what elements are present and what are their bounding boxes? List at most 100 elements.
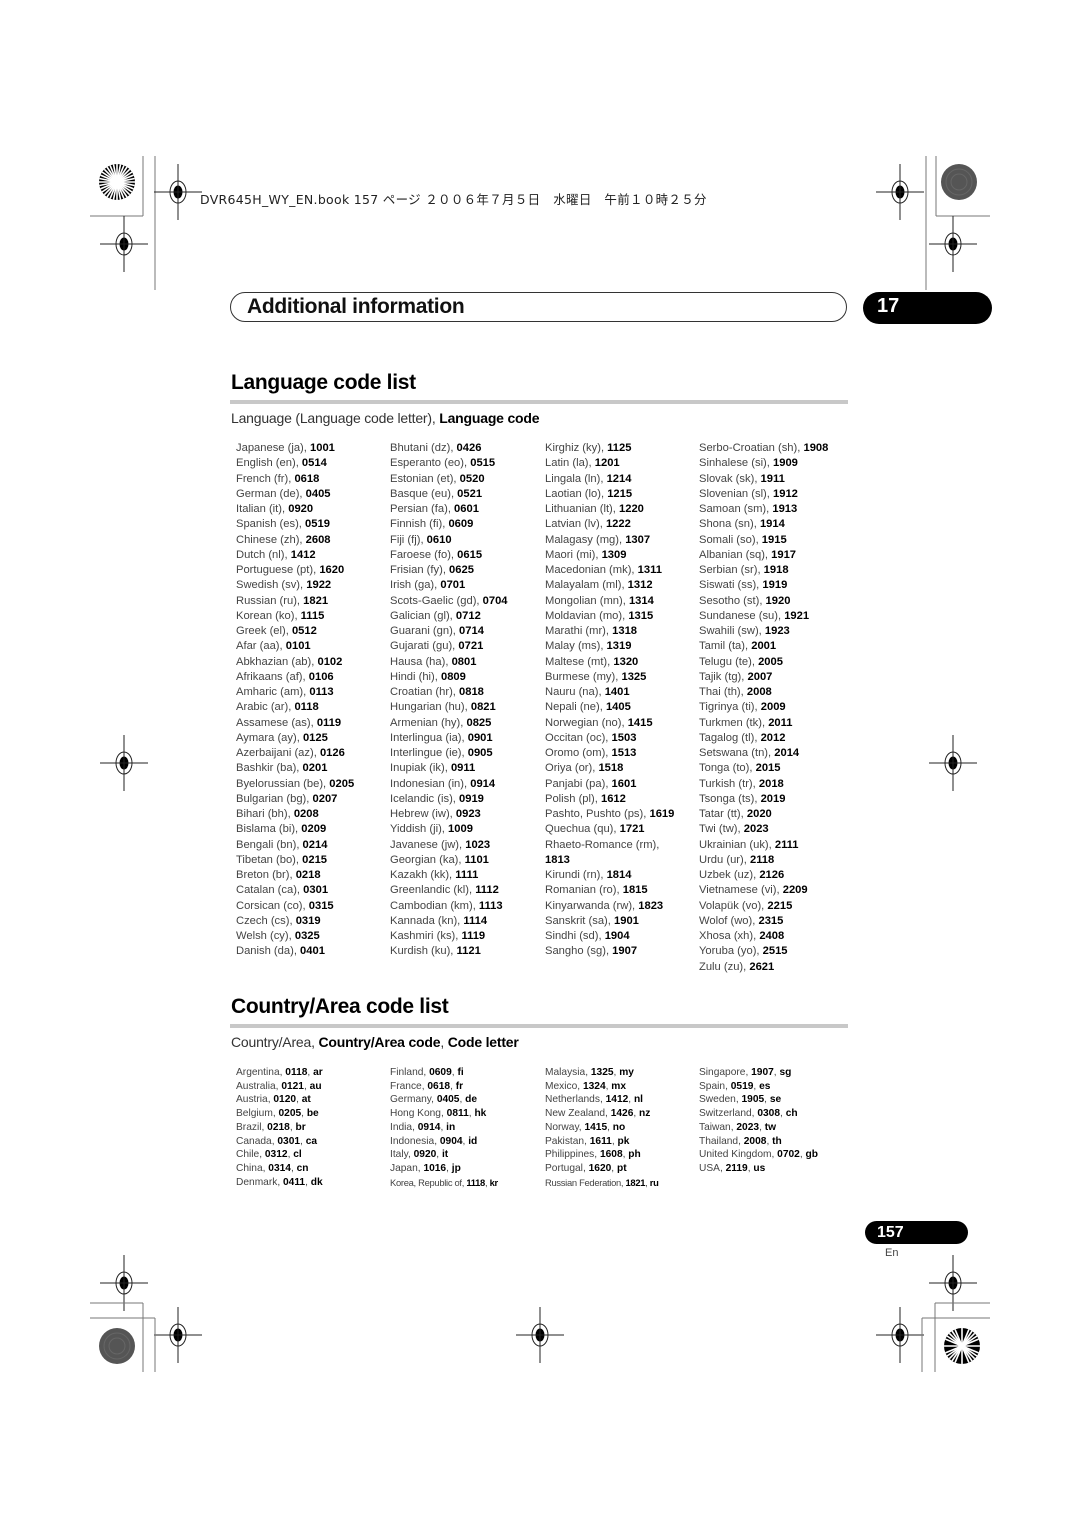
language-code: 0514 bbox=[301, 457, 327, 470]
language-name: Siswati (ss), bbox=[699, 579, 763, 592]
crosshair-circle-icon bbox=[153, 1306, 203, 1364]
page-language: En bbox=[885, 1247, 899, 1259]
language-code: 0901 bbox=[467, 731, 493, 744]
language-name: Slovak (sk), bbox=[699, 472, 761, 485]
country-code: 0218 bbox=[267, 1121, 290, 1133]
country-entry: China, 0314, cn bbox=[236, 1162, 309, 1174]
language-code: 1325 bbox=[621, 670, 647, 683]
language-name: Afrikaans (af), bbox=[236, 670, 309, 683]
country-name: Italy bbox=[390, 1149, 408, 1161]
country-letter: ar bbox=[313, 1067, 323, 1078]
language-code: 1023 bbox=[465, 838, 491, 851]
language-entry: Georgian (ka), 1101 bbox=[390, 853, 508, 868]
language-name: Volapük (vo), bbox=[699, 899, 768, 912]
country-section-subtitle: Country/Area, Country/Area code, Code le… bbox=[231, 1034, 519, 1050]
language-name: Twi (tw), bbox=[699, 823, 744, 836]
country-code: 2119 bbox=[725, 1162, 748, 1174]
language-name: Uzbek (uz), bbox=[699, 869, 760, 881]
language-name: Sinhalese (si), bbox=[699, 457, 773, 470]
language-name: Javanese (jw), bbox=[390, 838, 466, 851]
language-name: Inupiak (ik), bbox=[390, 762, 451, 775]
language-name: Kannada (kn), bbox=[390, 914, 464, 927]
language-code: 1915 bbox=[761, 533, 787, 546]
language-entry: Bashkir (ba), 0201 bbox=[236, 761, 354, 776]
language-name: French (fr), bbox=[236, 472, 295, 485]
language-name: Xhosa (xh), bbox=[699, 930, 760, 942]
language-name: Mongolian (mn), bbox=[545, 594, 629, 607]
language-code: 0205 bbox=[329, 777, 355, 790]
language-name: Turkmen (tk), bbox=[699, 716, 769, 729]
language-code: 1601 bbox=[611, 777, 637, 790]
country-letter: no bbox=[612, 1121, 626, 1133]
language-name: Lithuanian (lt), bbox=[545, 503, 620, 515]
language-code: 0905 bbox=[467, 747, 493, 759]
language-code: 1111 bbox=[455, 869, 479, 881]
language-entry: Malagasy (mg), 1307 bbox=[545, 533, 674, 548]
language-code: 1312 bbox=[627, 579, 653, 592]
country-name: Japan bbox=[390, 1162, 418, 1174]
language-code: 1923 bbox=[764, 625, 790, 637]
language-name: Tigrinya (ti), bbox=[699, 701, 761, 714]
subtitle-plain: Country/Area, bbox=[231, 1034, 319, 1050]
language-code: 0118 bbox=[294, 701, 319, 714]
language-entry: Afrikaans (af), 0106 bbox=[236, 670, 354, 685]
language-code: 1814 bbox=[606, 869, 632, 881]
language-code: 1612 bbox=[600, 792, 626, 805]
country-letter: us bbox=[753, 1162, 766, 1174]
country-code: 1905 bbox=[741, 1094, 765, 1106]
chapter-number-tab: 17 bbox=[863, 292, 992, 324]
language-code: 1922 bbox=[306, 579, 332, 592]
language-name: Thai (th), bbox=[699, 686, 747, 698]
country-name: Taiwan bbox=[699, 1121, 731, 1133]
language-name: Hausa (ha), bbox=[390, 655, 452, 668]
language-entry: Occitan (oc), 1503 bbox=[545, 731, 674, 746]
language-entry: Frisian (fy), 0625 bbox=[390, 563, 508, 578]
country-name: India bbox=[390, 1121, 413, 1133]
country-name: Singapore bbox=[699, 1067, 746, 1078]
language-name: Amharic (am), bbox=[236, 686, 310, 698]
country-entry: Italy, 0920, it bbox=[390, 1149, 449, 1161]
language-code: 1909 bbox=[773, 457, 798, 470]
language-code: 2621 bbox=[749, 960, 775, 973]
language-entry: Maltese (mt), 1320 bbox=[545, 655, 674, 670]
language-code: 0214 bbox=[302, 838, 328, 851]
language-code: 0610 bbox=[426, 533, 452, 546]
language-entry: Vietnamese (vi), 2209 bbox=[699, 883, 828, 898]
language-name: Welsh (cy), bbox=[236, 930, 295, 942]
language-code: 2014 bbox=[774, 747, 800, 759]
language-entry: Persian (fa), 0601 bbox=[390, 502, 508, 517]
country-entry: India, 0914, in bbox=[390, 1121, 456, 1133]
language-entry: Basque (eu), 0521 bbox=[390, 487, 508, 502]
language-code: 1518 bbox=[598, 762, 624, 775]
language-name: Polish (pl), bbox=[545, 792, 601, 805]
country-letter: se bbox=[769, 1094, 782, 1106]
language-code: 1619 bbox=[649, 808, 675, 820]
country-code: 0118 bbox=[285, 1067, 308, 1078]
gray-disc-target-icon bbox=[941, 164, 977, 200]
language-code: 1821 bbox=[303, 594, 329, 607]
language-code: 1620 bbox=[319, 564, 345, 576]
language-entry: Latin (la), 1201 bbox=[545, 456, 674, 471]
language-name: Tibetan (bo), bbox=[236, 853, 303, 866]
language-name: Pashto, Pushto (ps), bbox=[545, 808, 650, 820]
language-entry: Zulu (zu), 2621 bbox=[699, 960, 828, 975]
language-name: Bengali (bn), bbox=[236, 838, 303, 851]
country-code: 1415 bbox=[584, 1121, 608, 1133]
language-code: 1214 bbox=[606, 472, 632, 485]
language-code: 1901 bbox=[614, 914, 639, 927]
language-entry: Lithuanian (lt), 1220 bbox=[545, 502, 674, 517]
language-code: 0209 bbox=[301, 823, 327, 836]
language-name: Lingala (ln), bbox=[545, 472, 607, 485]
section-divider bbox=[230, 400, 848, 404]
language-name: Zulu (zu), bbox=[699, 960, 750, 973]
language-code: 1721 bbox=[619, 823, 645, 836]
country-letter: at bbox=[301, 1094, 311, 1106]
language-code: 0818 bbox=[459, 686, 484, 698]
country-entry: Korea, Republic of, 1118, kr bbox=[390, 1176, 498, 1188]
language-code: 1113 bbox=[478, 899, 503, 912]
country-letter: nl bbox=[633, 1094, 644, 1106]
language-entry: Bihari (bh), 0208 bbox=[236, 807, 354, 822]
language-code: 2209 bbox=[782, 884, 808, 897]
subtitle-bold: Code letter bbox=[447, 1034, 519, 1050]
country-code: 0702 bbox=[777, 1149, 800, 1161]
